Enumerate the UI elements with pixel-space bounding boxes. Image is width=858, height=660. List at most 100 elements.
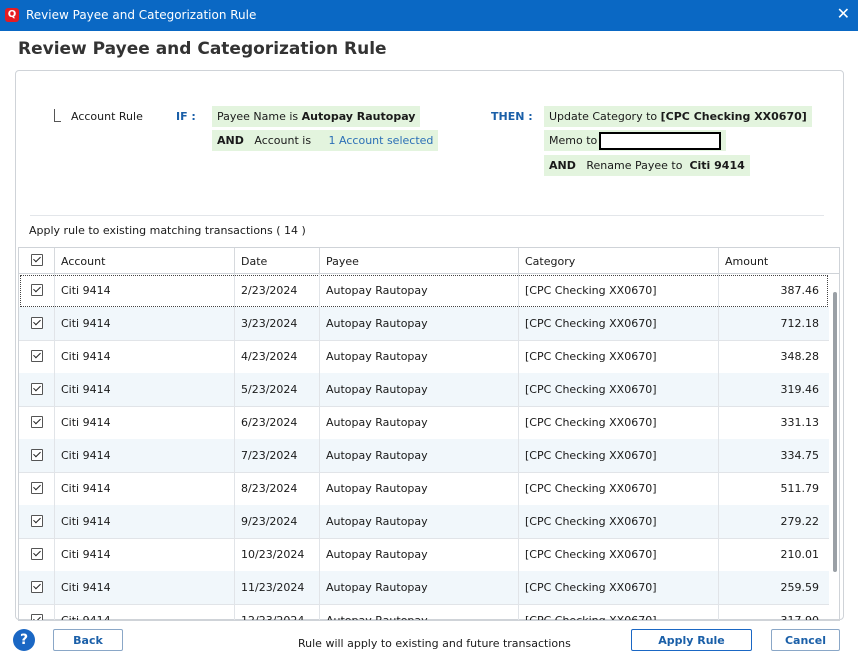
- rename-payee-value: Citi 9414: [689, 159, 745, 172]
- action-update-category: Update Category to [CPC Checking XX0670]: [544, 106, 812, 127]
- cell-date: 10/23/2024: [235, 538, 320, 571]
- close-icon[interactable]: ✕: [837, 5, 850, 23]
- cell-amount: 279.22: [780, 515, 820, 528]
- table-row[interactable]: Citi 9414 4/23/2024 Autopay Rautopay [CPC C…: [19, 340, 829, 374]
- table-header: Account Date Payee Category Amount: [19, 248, 839, 274]
- and-keyword-2: AND: [549, 159, 576, 172]
- row-checkbox[interactable]: [31, 581, 43, 593]
- select-all-header: [19, 248, 55, 273]
- footer-bar: ? Back Rule will apply to existing and f…: [0, 620, 858, 660]
- cell-category: [CPC Checking XX0670]: [519, 538, 719, 571]
- cell-amount: 317.90: [780, 614, 820, 621]
- row-select-cell: [19, 439, 55, 472]
- condition-payee: Payee Name is Autopay Rautopay: [212, 106, 421, 127]
- table-row[interactable]: Citi 9414 5/23/2024 Autopay Rautopay [CPC C…: [19, 373, 829, 407]
- cell-date: 2/23/2024: [235, 274, 320, 307]
- row-select-cell: [19, 274, 55, 307]
- row-select-cell: [19, 340, 55, 373]
- cell-category: [CPC Checking XX0670]: [519, 340, 719, 373]
- cell-payee: Autopay Rautopay: [320, 538, 519, 571]
- if-keyword: IF :: [176, 110, 196, 123]
- cell-payee: Autopay Rautopay: [320, 406, 519, 439]
- cell-amount: 331.13: [780, 416, 820, 429]
- header-payee[interactable]: Payee: [320, 248, 519, 273]
- account-condition-label: Account is: [254, 134, 312, 147]
- table-row[interactable]: Citi 9414 9/23/2024 Autopay Rautopay [CPC C…: [19, 505, 829, 539]
- row-checkbox[interactable]: [31, 284, 43, 296]
- transactions-table: Account Date Payee Category Amount Citi …: [18, 247, 840, 621]
- table-row[interactable]: Citi 9414 8/23/2024 Autopay Rautopay [CPC C…: [19, 472, 829, 506]
- cell-amount: 348.28: [780, 350, 820, 363]
- select-all-checkbox[interactable]: [31, 254, 43, 266]
- cell-category: [CPC Checking XX0670]: [519, 604, 719, 620]
- cell-category: [CPC Checking XX0670]: [519, 274, 719, 307]
- row-select-cell: [19, 571, 55, 604]
- row-select-cell: [19, 538, 55, 571]
- cell-date: 11/23/2024: [235, 571, 320, 604]
- header-date[interactable]: Date: [235, 248, 320, 273]
- cell-payee: Autopay Rautopay: [320, 571, 519, 604]
- rule-tree-icon: [54, 109, 61, 122]
- memo-label: Memo to: [549, 134, 598, 147]
- row-checkbox[interactable]: [31, 383, 43, 395]
- matching-transactions-label: Apply rule to existing matching transact…: [29, 224, 306, 237]
- cell-category: [CPC Checking XX0670]: [519, 307, 719, 340]
- then-keyword: THEN :: [491, 110, 533, 123]
- help-icon[interactable]: ?: [13, 629, 35, 651]
- cell-account: Citi 9414: [55, 604, 235, 620]
- cell-payee: Autopay Rautopay: [320, 505, 519, 538]
- cell-account: Citi 9414: [55, 538, 235, 571]
- vertical-scrollbar[interactable]: [833, 292, 837, 572]
- account-selected-link[interactable]: 1 Account selected: [329, 134, 434, 147]
- row-checkbox[interactable]: [31, 482, 43, 494]
- cell-amount: 712.18: [780, 317, 820, 330]
- row-checkbox[interactable]: [31, 350, 43, 362]
- cell-category: [CPC Checking XX0670]: [519, 439, 719, 472]
- back-button[interactable]: Back: [53, 629, 123, 651]
- cell-account: Citi 9414: [55, 340, 235, 373]
- row-checkbox[interactable]: [31, 515, 43, 527]
- memo-redacted-value: [599, 132, 722, 150]
- table-row[interactable]: Citi 9414 11/23/2024 Autopay Rautopay [CPC …: [19, 571, 829, 605]
- page-title: Review Payee and Categorization Rule: [18, 39, 387, 59]
- action-rename-payee: AND Rename Payee to Citi 9414: [544, 155, 750, 176]
- cell-date: 5/23/2024: [235, 373, 320, 406]
- row-select-cell: [19, 373, 55, 406]
- cell-account: Citi 9414: [55, 571, 235, 604]
- cell-payee: Autopay Rautopay: [320, 472, 519, 505]
- cell-payee: Autopay Rautopay: [320, 340, 519, 373]
- row-select-cell: [19, 307, 55, 340]
- cell-date: 3/23/2024: [235, 307, 320, 340]
- cell-category: [CPC Checking XX0670]: [519, 505, 719, 538]
- table-row[interactable]: Citi 9414 2/23/2024 Autopay Rautopay [CPC C…: [19, 274, 829, 308]
- cell-date: 4/23/2024: [235, 340, 320, 373]
- row-checkbox[interactable]: [31, 416, 43, 428]
- table-row[interactable]: Citi 9414 12/23/2024 Autopay Rautopay [CPC …: [19, 604, 829, 621]
- header-account[interactable]: Account: [55, 248, 235, 273]
- table-row[interactable]: Citi 9414 6/23/2024 Autopay Rautopay [CPC C…: [19, 406, 829, 440]
- rule-summary: Account Rule IF : Payee Name is Autopay …: [16, 71, 843, 211]
- cell-account: Citi 9414: [55, 406, 235, 439]
- cell-payee: Autopay Rautopay: [320, 373, 519, 406]
- cancel-button[interactable]: Cancel: [771, 629, 840, 651]
- row-checkbox[interactable]: [31, 548, 43, 560]
- row-checkbox[interactable]: [31, 449, 43, 461]
- cell-date: 6/23/2024: [235, 406, 320, 439]
- cell-date: 8/23/2024: [235, 472, 320, 505]
- table-row[interactable]: Citi 9414 3/23/2024 Autopay Rautopay [CPC C…: [19, 307, 829, 341]
- payee-condition-label: Payee Name is: [217, 110, 299, 123]
- row-checkbox[interactable]: [31, 317, 43, 329]
- rule-type-label: Account Rule: [71, 110, 143, 123]
- header-amount[interactable]: Amount: [719, 248, 839, 273]
- table-row[interactable]: Citi 9414 10/23/2024 Autopay Rautopay [CPC …: [19, 538, 829, 572]
- header-category[interactable]: Category: [519, 248, 719, 273]
- condition-account: AND Account is 1 Account selected: [212, 130, 439, 151]
- table-row[interactable]: Citi 9414 7/23/2024 Autopay Rautopay [CPC C…: [19, 439, 829, 473]
- title-bar: Q Review Payee and Categorization Rule ✕: [0, 0, 858, 31]
- apply-rule-button[interactable]: Apply Rule: [631, 629, 752, 651]
- cell-account: Citi 9414: [55, 307, 235, 340]
- row-select-cell: [19, 505, 55, 538]
- cell-payee: Autopay Rautopay: [320, 274, 519, 307]
- cell-category: [CPC Checking XX0670]: [519, 406, 719, 439]
- cell-amount: 334.75: [780, 449, 820, 462]
